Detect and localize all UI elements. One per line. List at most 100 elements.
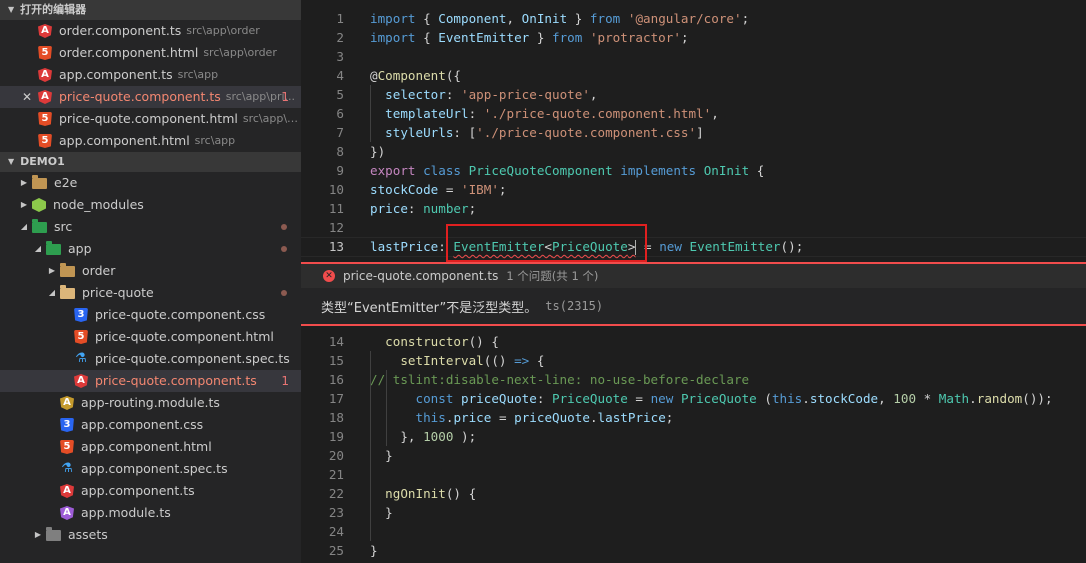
chevron-down-icon[interactable]: ◢: [32, 238, 44, 260]
code-token: *: [916, 391, 939, 406]
line-number: 8: [336, 144, 344, 159]
tree-item[interactable]: ◢ src: [0, 216, 301, 238]
tree-item-label: app-routing.module.ts: [81, 395, 220, 410]
code-token: Component: [377, 68, 446, 83]
tree-item[interactable]: 3 app.component.css: [0, 414, 301, 436]
chevron-right-icon[interactable]: ▶: [46, 260, 58, 282]
tree-item[interactable]: ▶ e2e: [0, 172, 301, 194]
code-token: ,: [589, 87, 598, 102]
code-token: :: [468, 106, 484, 121]
modified-dot-icon: [281, 246, 287, 252]
folder-icon: [32, 174, 47, 189]
line-number: 19: [328, 429, 344, 444]
code-token: from: [589, 11, 621, 26]
tree-item[interactable]: ◢ app: [0, 238, 301, 260]
code-token: stockCode: [370, 182, 439, 197]
tree-item[interactable]: 5 price-quote.component.html: [0, 326, 301, 348]
tree-item[interactable]: Aapp.module.ts: [0, 502, 301, 524]
tree-item[interactable]: Aprice-quote.component.ts 1: [0, 370, 301, 392]
folder-open-icon: [60, 284, 75, 299]
css-icon: 3: [74, 308, 88, 322]
tree-item[interactable]: 3 price-quote.component.css: [0, 304, 301, 326]
code-token: class: [423, 163, 462, 178]
problem-count-badge: 1: [281, 374, 289, 388]
code-token: :: [438, 239, 454, 254]
code-line: 12: [301, 218, 1086, 237]
explorer-sidebar: ▼ 打开的编辑器 Aorder.component.ts src\app\orde…: [0, 0, 301, 563]
tree-item[interactable]: ▶ assets: [0, 524, 301, 546]
code-token: new: [650, 391, 674, 406]
line-number: 23: [328, 505, 344, 520]
code-token: ,: [878, 391, 894, 406]
line-number: 16: [328, 372, 344, 387]
tree-item[interactable]: 5 app.component.html: [0, 436, 301, 458]
indent-guide: [386, 370, 387, 446]
error-code: ts(2315): [545, 299, 604, 313]
code-token: priceQuote: [461, 391, 537, 406]
folder-icon: [60, 262, 75, 277]
code-token: {: [749, 163, 765, 178]
tree-item[interactable]: Aapp.component.ts: [0, 480, 301, 502]
error-message: 类型“EventEmitter”不是泛型类型。: [321, 300, 538, 316]
open-editor-item[interactable]: ✕ Aprice-quote.component.ts src\app\pri...…: [0, 86, 301, 108]
code-token: ]: [696, 125, 704, 140]
tree-item[interactable]: ⚗ app.component.spec.ts: [0, 458, 301, 480]
tree-item[interactable]: Aapp-routing.module.ts: [0, 392, 301, 414]
tree-item-label: price-quote: [82, 285, 154, 300]
tree-item[interactable]: ◢ price-quote: [0, 282, 301, 304]
code-token: 'app-price-quote': [461, 87, 590, 102]
angular-module-icon: A: [60, 506, 74, 520]
project-header[interactable]: ▼ DEMO1: [0, 152, 301, 172]
code-token: lastPrice: [597, 410, 666, 425]
folder-src-icon: [32, 218, 47, 233]
code-token: .: [802, 391, 810, 406]
code-token: {: [529, 353, 545, 368]
code-token: PriceQuote: [680, 391, 757, 406]
code-token: <: [544, 239, 553, 254]
code-line: 3: [301, 47, 1086, 66]
code-token: =: [627, 391, 651, 406]
code-token: 'protractor': [589, 30, 681, 45]
code-token: ,: [506, 11, 522, 26]
code-token: const: [415, 391, 454, 406]
line-number: 14: [328, 334, 344, 349]
tree-item-label: price-quote.component.spec.ts: [95, 351, 290, 366]
peek-header[interactable]: ✕ price-quote.component.ts 1 个问题(共 1 个): [301, 264, 1086, 288]
chevron-down-icon[interactable]: ◢: [46, 282, 58, 304]
code-token: 100: [893, 391, 917, 406]
line-number: 18: [328, 410, 344, 425]
code-token: }: [370, 543, 378, 558]
tree-item[interactable]: ▶ order: [0, 260, 301, 282]
line-number: 22: [328, 486, 344, 501]
tree-item[interactable]: ⚗ price-quote.component.spec.ts: [0, 348, 301, 370]
tree-item[interactable]: ▶ node_modules: [0, 194, 301, 216]
code-token: export: [370, 163, 416, 178]
code-token: Math: [938, 391, 970, 406]
code-token: },: [370, 429, 424, 444]
open-editor-item[interactable]: Aorder.component.ts src\app\order: [0, 20, 301, 42]
code-token: );: [453, 429, 477, 444]
code-token: ;: [498, 182, 507, 197]
code-token: constructor: [385, 334, 469, 349]
chevron-right-icon[interactable]: ▶: [32, 524, 44, 546]
open-editors-header[interactable]: ▼ 打开的编辑器: [0, 0, 301, 20]
code-token: {: [415, 30, 439, 45]
peek-file-name: price-quote.component.ts: [343, 269, 499, 283]
open-editor-item[interactable]: 5 order.component.html src\app\order: [0, 42, 301, 64]
open-editor-item[interactable]: 5 price-quote.component.html src\app\pric.…: [0, 108, 301, 130]
code-token: :: [536, 391, 553, 406]
open-editor-path: src\app\pric...: [242, 112, 301, 125]
code-token: this: [771, 391, 803, 406]
chevron-right-icon[interactable]: ▶: [18, 172, 30, 194]
open-editor-item[interactable]: 5 app.component.html src\app: [0, 130, 301, 152]
tree-item-label: src: [54, 219, 73, 234]
close-icon[interactable]: ✕: [22, 86, 32, 108]
folder-app-icon: [46, 240, 61, 255]
indent-guide: [370, 351, 371, 541]
chevron-down-icon[interactable]: ◢: [18, 216, 30, 238]
chevron-right-icon[interactable]: ▶: [18, 194, 30, 216]
tree-item-label: app.component.ts: [81, 483, 195, 498]
open-editor-item[interactable]: Aapp.component.ts src\app: [0, 64, 301, 86]
